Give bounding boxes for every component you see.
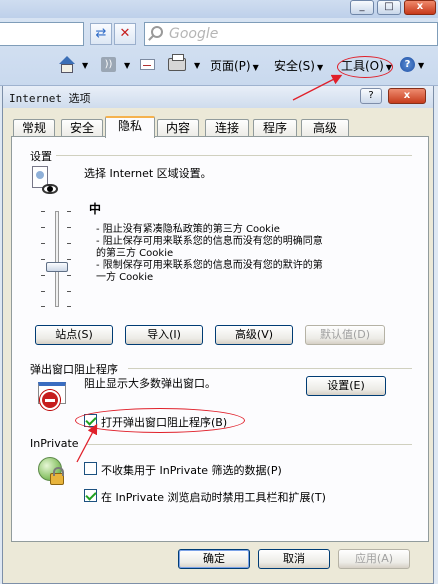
tab-general[interactable]: 常规 bbox=[13, 119, 55, 137]
tab-connections[interactable]: 连接 bbox=[205, 119, 249, 137]
stop-icon[interactable]: ✕ bbox=[114, 23, 136, 45]
safety-menu[interactable]: 安全(S) ▼ bbox=[274, 57, 323, 75]
sites-button[interactable]: 站点(S) bbox=[35, 325, 113, 345]
settings-divider bbox=[56, 155, 412, 156]
privacy-slider-thumb[interactable] bbox=[46, 262, 68, 272]
slider-ticks-right bbox=[67, 211, 73, 307]
dialog-help-button[interactable]: ? bbox=[360, 88, 382, 104]
privacy-description-2: - 阻止保存可用来联系您的信息而没有您的明确同意 bbox=[96, 236, 323, 247]
maximize-button[interactable]: □ bbox=[377, 0, 401, 15]
search-icon bbox=[151, 26, 163, 38]
privacy-level: 中 bbox=[89, 202, 102, 216]
inprivate-divider bbox=[86, 444, 412, 445]
popup-group-label: 弹出窗口阻止程序 bbox=[30, 363, 118, 376]
feeds-dropdown-icon[interactable]: ▼ bbox=[124, 57, 130, 75]
inprivate-filter-checkbox[interactable] bbox=[84, 462, 97, 475]
dialog-title: Internet 选项 bbox=[9, 92, 91, 105]
minimize-button[interactable]: _ bbox=[350, 0, 374, 15]
slider-ticks-left bbox=[41, 211, 47, 307]
privacy-description-4: - 限制保存可用来联系您的信息而没有您的默许的第 bbox=[96, 260, 323, 271]
apply-button[interactable]: 应用(A) bbox=[338, 549, 410, 569]
dialog-titlebar: Internet 选项 ? x bbox=[3, 86, 433, 108]
inprivate-filter-label[interactable]: 不收集用于 InPrivate 筛选的数据(P) bbox=[101, 462, 282, 478]
browser-titlebar: _ □ x bbox=[0, 0, 438, 18]
annotation-oval-tools bbox=[337, 56, 393, 78]
cancel-button[interactable]: 取消 bbox=[258, 549, 330, 569]
home-icon[interactable] bbox=[58, 56, 76, 74]
tab-security[interactable]: 安全 bbox=[61, 119, 103, 137]
feeds-icon[interactable]: )) bbox=[101, 57, 116, 72]
refresh-icon[interactable]: ⇄ bbox=[90, 23, 112, 45]
page-menu[interactable]: 页面(P) ▼ bbox=[210, 57, 259, 75]
privacy-description-1: - 阻止没有紧凑隐私政策的第三方 Cookie bbox=[96, 224, 280, 235]
ok-button[interactable]: 确定 bbox=[178, 549, 250, 569]
page-menu-label: 页面(P) bbox=[210, 59, 251, 73]
tab-programs[interactable]: 程序 bbox=[253, 119, 297, 137]
inprivate-toolbars-checkbox[interactable] bbox=[84, 489, 97, 502]
address-bar[interactable] bbox=[0, 22, 84, 46]
popup-divider bbox=[128, 368, 412, 369]
help-icon[interactable]: ? bbox=[400, 57, 415, 72]
popup-settings-button[interactable]: 设置(E) bbox=[306, 376, 386, 396]
annotation-oval-popup bbox=[75, 408, 245, 433]
inprivate-icon bbox=[38, 457, 68, 489]
mail-icon[interactable] bbox=[140, 59, 155, 70]
help-dropdown-icon[interactable]: ▼ bbox=[418, 57, 424, 75]
advanced-button[interactable]: 高级(V) bbox=[215, 325, 293, 345]
popup-description: 阻止显示大多数弹出窗口。 bbox=[84, 377, 216, 390]
home-dropdown-icon[interactable]: ▼ bbox=[82, 57, 88, 75]
safety-menu-label: 安全(S) bbox=[274, 59, 315, 73]
print-icon[interactable] bbox=[168, 54, 186, 71]
privacy-slider-track[interactable] bbox=[55, 211, 59, 307]
tab-advanced[interactable]: 高级 bbox=[301, 119, 349, 137]
print-dropdown-icon[interactable]: ▼ bbox=[194, 57, 200, 75]
inprivate-toolbars-label[interactable]: 在 InPrivate 浏览启动时禁用工具栏和扩展(T) bbox=[101, 489, 326, 505]
search-placeholder: Google bbox=[169, 26, 219, 42]
search-input[interactable]: Google bbox=[144, 22, 438, 46]
inprivate-group-label: InPrivate bbox=[30, 437, 79, 450]
popup-blocker-icon bbox=[38, 382, 68, 410]
window-close-button[interactable]: x bbox=[404, 0, 436, 15]
tab-content[interactable]: 内容 bbox=[157, 119, 199, 137]
address-row: ⇄ ✕ Google bbox=[0, 20, 438, 48]
settings-intro: 选择 Internet 区域设置。 bbox=[84, 167, 212, 180]
privacy-description-3: 的第三方 Cookie bbox=[96, 248, 174, 259]
tab-privacy[interactable]: 隐私 bbox=[105, 116, 155, 138]
import-button[interactable]: 导入(I) bbox=[125, 325, 203, 345]
default-button[interactable]: 默认值(D) bbox=[305, 325, 385, 345]
settings-group-label: 设置 bbox=[30, 150, 52, 163]
privacy-settings-icon bbox=[28, 166, 58, 200]
dialog-close-button[interactable]: x bbox=[388, 88, 426, 104]
privacy-description-5: 一方 Cookie bbox=[96, 272, 154, 283]
